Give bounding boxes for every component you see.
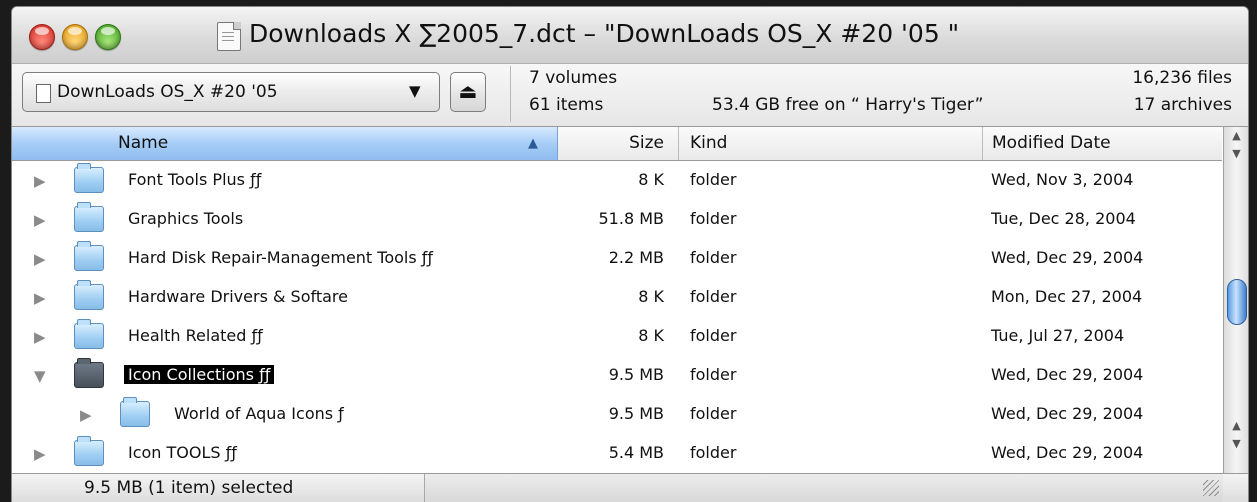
archives-count: 17 archives	[1133, 95, 1232, 115]
volumes-count: 7 volumes	[529, 68, 618, 88]
chevron-down-icon: ▼	[409, 82, 421, 100]
finder-window: Downloads X ∑2005_7.dct – "DownLoads OS_…	[11, 6, 1249, 502]
disclosure-triangle-icon[interactable]: ▶	[34, 445, 46, 463]
volume-icon	[36, 84, 51, 103]
table-row[interactable]: ▶ Icon TOOLS ƒƒ 5.4 MB folder Wed, Dec 29, 2…	[12, 434, 1222, 473]
column-header-kind-label: Kind	[690, 133, 728, 153]
info-bar: DownLoads OS_X #20 '05 ▼ ⏏ 7 volumes 61 …	[12, 64, 1248, 127]
folder-icon	[74, 202, 104, 232]
folder-icon	[74, 319, 104, 349]
disclosure-triangle-icon[interactable]: ▶	[34, 211, 46, 229]
file-name[interactable]: Health Related ƒƒ	[128, 326, 263, 345]
file-name[interactable]: Icon Collections ƒƒ	[124, 365, 275, 384]
file-name[interactable]: Hard Disk Repair-Management Tools ƒƒ	[128, 248, 433, 267]
table-row[interactable]: ▶ World of Aqua Icons ƒ 9.5 MB folder Wed, D…	[12, 395, 1222, 434]
file-size: 8 K	[638, 170, 664, 189]
folder-icon	[120, 397, 150, 427]
column-header-modified-date[interactable]: Modified Date	[983, 127, 1222, 160]
horizontal-scrollbar[interactable]	[424, 474, 1223, 502]
file-size: 51.8 MB	[598, 209, 665, 228]
disclosure-triangle-icon[interactable]: ▶	[34, 328, 46, 346]
location-popup-label: DownLoads OS_X #20 '05	[57, 82, 278, 102]
table-row[interactable]: ▶ Hardware Drivers & Softare 8 K folder Mon,…	[12, 278, 1222, 317]
disclosure-triangle-expanded-icon[interactable]: ▼	[34, 367, 46, 385]
folder-icon	[74, 163, 104, 193]
table-row[interactable]: ▼ Icon Collections ƒƒ 9.5 MB folder Wed, Dec…	[12, 356, 1222, 395]
scroll-down-icon[interactable]: ▼	[1224, 435, 1248, 453]
column-header-size[interactable]: Size	[558, 127, 679, 160]
zoom-button[interactable]	[95, 24, 121, 50]
scroll-thumb[interactable]	[1227, 279, 1247, 325]
file-kind: folder	[690, 404, 737, 423]
file-size: 9.5 MB	[608, 404, 664, 423]
column-header-name-label: Name	[118, 133, 169, 153]
table-row[interactable]: ▶ Font Tools Plus ƒƒ 8 K folder Wed, Nov 3, …	[12, 161, 1222, 200]
scroll-down-icon[interactable]: ▼	[1224, 145, 1248, 163]
folder-icon	[74, 436, 104, 466]
eject-button[interactable]: ⏏	[450, 72, 486, 112]
folder-icon	[74, 241, 104, 271]
items-count: 61 items	[529, 95, 604, 115]
free-space: 53.4 GB free on “ Harry's Tiger”	[712, 95, 984, 115]
window-title: Downloads X ∑2005_7.dct – "DownLoads OS_…	[249, 19, 960, 48]
modified-date: Mon, Dec 27, 2004	[991, 287, 1143, 306]
folder-icon	[74, 280, 104, 310]
file-size: 8 K	[638, 326, 664, 345]
location-popup-button[interactable]: DownLoads OS_X #20 '05 ▼	[22, 72, 440, 112]
scroll-up-icon[interactable]: ▲	[1224, 127, 1248, 145]
modified-date: Wed, Dec 29, 2004	[991, 443, 1144, 462]
title-bar[interactable]: Downloads X ∑2005_7.dct – "DownLoads OS_…	[12, 7, 1248, 64]
modified-date: Wed, Dec 29, 2004	[991, 404, 1144, 423]
file-list: ▶ Font Tools Plus ƒƒ 8 K folder Wed, Nov 3, …	[12, 161, 1222, 473]
status-bar: 9.5 MB (1 item) selected	[12, 473, 1248, 502]
files-count: 16,236 files	[1132, 68, 1232, 88]
eject-icon: ⏏	[458, 79, 478, 103]
disclosure-triangle-icon[interactable]: ▶	[34, 172, 46, 190]
sort-ascending-icon: ▲	[528, 136, 538, 151]
column-header-kind[interactable]: Kind	[679, 127, 983, 160]
file-kind: folder	[690, 365, 737, 384]
file-size: 9.5 MB	[608, 365, 664, 384]
file-kind: folder	[690, 209, 737, 228]
file-kind: folder	[690, 326, 737, 345]
modified-date: Wed, Dec 29, 2004	[991, 248, 1144, 267]
modified-date: Wed, Dec 29, 2004	[991, 365, 1144, 384]
disclosure-triangle-icon[interactable]: ▶	[34, 250, 46, 268]
minimize-button[interactable]	[62, 24, 88, 50]
file-size: 2.2 MB	[608, 248, 664, 267]
column-headers: Name ▲ Size Kind Modified Date	[12, 127, 1222, 161]
document-proxy-icon[interactable]	[217, 22, 241, 51]
file-size: 5.4 MB	[608, 443, 664, 462]
scroll-up-icon[interactable]: ▲	[1224, 417, 1248, 435]
file-name[interactable]: Font Tools Plus ƒƒ	[128, 170, 261, 189]
modified-date: Wed, Nov 3, 2004	[991, 170, 1134, 189]
modified-date: Tue, Jul 27, 2004	[991, 326, 1125, 345]
resize-grip-icon[interactable]	[1203, 480, 1219, 496]
file-name[interactable]: Icon TOOLS ƒƒ	[128, 443, 237, 462]
table-row[interactable]: ▶ Health Related ƒƒ 8 K folder Tue, Jul 27, …	[12, 317, 1222, 356]
file-kind: folder	[690, 248, 737, 267]
column-header-modified-label: Modified Date	[992, 133, 1111, 153]
file-kind: folder	[690, 287, 737, 306]
vertical-scrollbar[interactable]: ▲ ▼ ▲ ▼	[1223, 127, 1248, 473]
table-row[interactable]: ▶ Hard Disk Repair-Management Tools ƒƒ 2.2…	[12, 239, 1222, 278]
file-kind: folder	[690, 170, 737, 189]
file-size: 8 K	[638, 287, 664, 306]
disclosure-triangle-icon[interactable]: ▶	[34, 289, 46, 307]
modified-date: Tue, Dec 28, 2004	[991, 209, 1136, 228]
folder-icon	[74, 358, 104, 388]
file-name[interactable]: Graphics Tools	[128, 209, 243, 228]
disclosure-triangle-icon[interactable]: ▶	[80, 406, 92, 424]
table-row[interactable]: ▶ Graphics Tools 51.8 MB folder Tue, Dec 28,…	[12, 200, 1222, 239]
close-button[interactable]	[29, 24, 55, 50]
selection-status: 9.5 MB (1 item) selected	[84, 478, 294, 498]
divider	[510, 66, 511, 122]
file-name[interactable]: World of Aqua Icons ƒ	[174, 404, 344, 423]
file-kind: folder	[690, 443, 737, 462]
column-header-size-label: Size	[629, 133, 664, 153]
column-header-name[interactable]: Name ▲	[12, 127, 558, 160]
file-name[interactable]: Hardware Drivers & Softare	[128, 287, 348, 306]
